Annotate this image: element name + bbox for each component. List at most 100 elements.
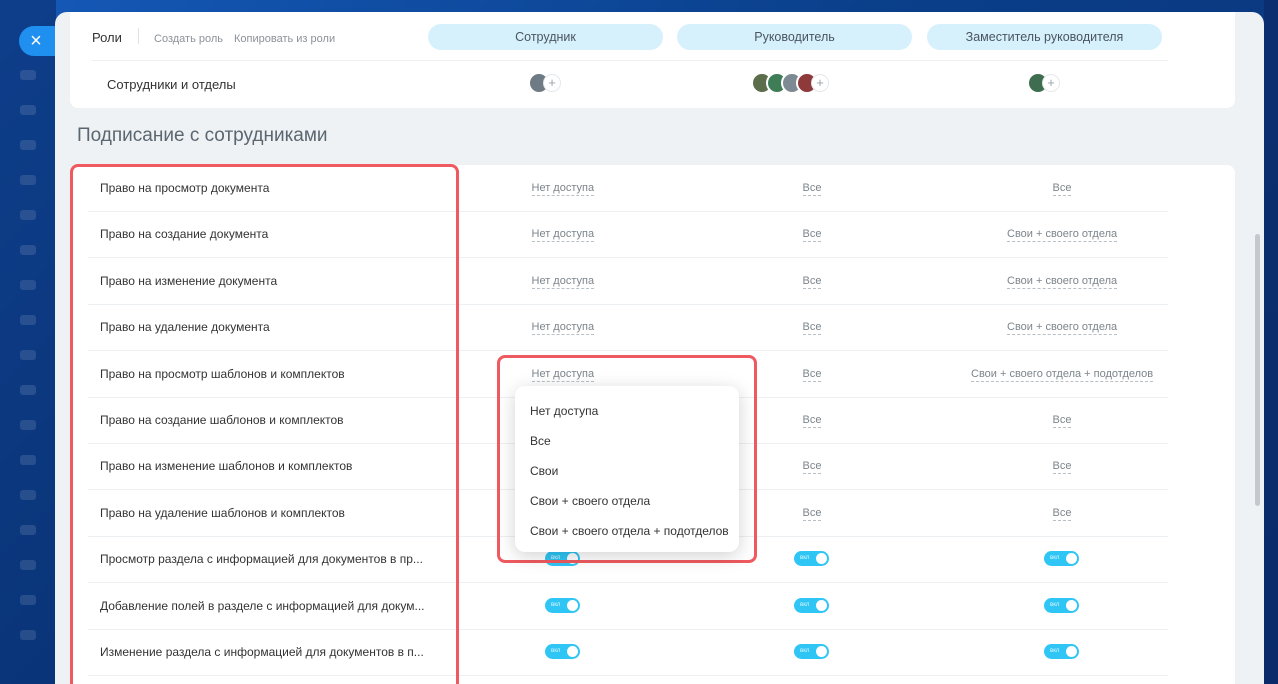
dropdown-option-all[interactable]: Все: [515, 426, 739, 456]
permission-value[interactable]: Свои + своего отдела: [1007, 258, 1118, 304]
permission-toggle[interactable]: вкл: [1044, 644, 1079, 659]
rail-item: [20, 70, 36, 80]
permission-value[interactable]: Нет доступа: [531, 211, 595, 257]
permission-value-text: Нет доступа: [531, 274, 595, 289]
permission-row: Изменение раздела с информацией для доку…: [88, 629, 1168, 676]
permission-value[interactable]: Все: [802, 304, 822, 350]
permission-toggle[interactable]: вкл: [545, 551, 580, 567]
permission-value[interactable]: Нет доступа: [531, 304, 595, 350]
section-title: Подписание с сотрудниками: [77, 125, 328, 146]
permission-value[interactable]: Все: [1052, 165, 1072, 211]
permission-value-text: Все: [802, 321, 822, 336]
permission-value[interactable]: Все: [802, 351, 822, 397]
permission-value[interactable]: Все: [802, 165, 822, 211]
permission-value[interactable]: Свои + своего отдела: [1007, 304, 1118, 350]
divider: [138, 28, 139, 44]
permission-name: Право на удаление шаблонов и комплектов: [100, 505, 345, 520]
head-avatars: +: [751, 72, 828, 94]
toggle-label: вкл: [800, 555, 810, 562]
dropdown-option-own[interactable]: Свои: [515, 456, 739, 486]
left-rail: [0, 0, 56, 684]
permission-value[interactable]: Все: [1052, 443, 1072, 489]
permission-value-text: Свои + своего отдела + подотделов: [971, 367, 1154, 382]
permission-value-text: Нет доступа: [531, 367, 595, 382]
rail-item: [20, 350, 36, 360]
rail-item: [20, 630, 36, 640]
permission-value-text: Все: [802, 182, 822, 196]
permission-value-text: Свои + своего отдела: [1007, 321, 1118, 336]
permission-name: Право на удаление документа: [100, 320, 270, 335]
permission-value-text: Свои + своего отдела: [1007, 274, 1118, 289]
role-column-deputy[interactable]: Заместитель руководителя: [927, 24, 1162, 50]
toggle-label: вкл: [551, 555, 561, 562]
permission-value-text: Все: [802, 506, 822, 521]
permission-toggle[interactable]: вкл: [794, 597, 829, 613]
permission-toggle[interactable]: вкл: [545, 644, 580, 659]
permission-toggle[interactable]: вкл: [794, 551, 829, 567]
permission-value-text: Все: [802, 460, 822, 475]
roles-header: Роли Создать роль Копировать из роли Сот…: [92, 12, 1168, 61]
copy-role-link[interactable]: Копировать из роли: [234, 33, 335, 45]
rail-item: [20, 280, 36, 290]
toggle-label: вкл: [1050, 648, 1060, 654]
create-role-link[interactable]: Создать роль: [154, 33, 223, 45]
rail-item: [20, 385, 36, 395]
roles-title: Роли: [92, 30, 122, 45]
add-member-button[interactable]: +: [544, 75, 560, 91]
permission-value-text: Все: [1052, 182, 1072, 196]
rail-item: [20, 175, 36, 185]
permission-value[interactable]: Нет доступа: [531, 165, 595, 211]
permission-value[interactable]: Все: [1052, 397, 1072, 443]
add-member-button[interactable]: +: [812, 75, 828, 91]
permission-name: Право на изменение документа: [100, 273, 278, 288]
permission-value[interactable]: Все: [802, 211, 822, 257]
permission-value-text: Все: [1052, 414, 1072, 428]
permission-row: Право на создание документа Нет доступа Вс…: [88, 211, 1168, 259]
permission-toggle[interactable]: вкл: [1044, 551, 1079, 567]
roles-card: Роли Создать роль Копировать из роли Сот…: [70, 12, 1235, 108]
rail-item: [20, 245, 36, 255]
permission-value-text: Свои + своего отдела: [1007, 228, 1118, 243]
permission-row: Право на изменение документа Нет доступа В…: [88, 258, 1168, 305]
permission-toggle[interactable]: вкл: [1044, 597, 1079, 613]
permission-name: Право на просмотр документа: [100, 181, 270, 195]
permission-row: Право на удаление документа Нет доступа Вс…: [88, 304, 1168, 352]
permission-name: Просмотр раздела с информацией для докум…: [100, 552, 423, 567]
employees-label: Сотрудники и отделы: [107, 77, 236, 92]
close-slider-button[interactable]: ×: [19, 26, 59, 56]
dropdown-option-own-department[interactable]: Свои + своего отдела: [515, 486, 739, 516]
permission-value-text: Все: [1052, 460, 1072, 475]
role-column-employee[interactable]: Сотрудник: [428, 24, 663, 50]
deputy-avatars: +: [1027, 72, 1059, 94]
permission-value[interactable]: Все: [802, 397, 822, 443]
rail-item: [20, 210, 36, 220]
add-member-button[interactable]: +: [1043, 75, 1059, 91]
rail-item: [20, 420, 36, 430]
permission-value-text: Нет доступа: [531, 228, 595, 243]
permission-value-text: Все: [802, 274, 822, 289]
permission-value-text: Все: [802, 228, 822, 243]
permission-value[interactable]: Свои + своего отдела + подотделов: [971, 351, 1154, 397]
permission-value-text: Все: [802, 414, 822, 428]
toggle-label: вкл: [800, 601, 810, 608]
permission-value[interactable]: Все: [802, 490, 822, 536]
rail-item: [20, 525, 36, 535]
rail-item: [20, 490, 36, 500]
permission-value[interactable]: Все: [802, 443, 822, 489]
permission-value[interactable]: Свои + своего отдела: [1007, 211, 1118, 257]
employee-avatars: +: [528, 72, 560, 94]
permission-value[interactable]: Нет доступа: [531, 258, 595, 304]
rail-item: [20, 105, 36, 115]
dropdown-option-no-access[interactable]: Нет доступа: [515, 396, 739, 426]
permission-name: Право на просмотр шаблонов и комплектов: [100, 366, 345, 381]
permission-name: Право на создание шаблонов и комплектов: [100, 413, 344, 427]
permission-row: Добавление полей в разделе с информацией…: [88, 583, 1168, 630]
dropdown-option-own-department-subdepartments[interactable]: Свои + своего отдела + подотделов: [515, 516, 739, 546]
permission-value[interactable]: Все: [1052, 490, 1072, 536]
toggle-label: вкл: [551, 601, 561, 608]
scrollbar[interactable]: [1255, 234, 1260, 506]
role-column-head[interactable]: Руководитель: [677, 24, 912, 50]
permission-toggle[interactable]: вкл: [794, 644, 829, 659]
permission-value[interactable]: Все: [802, 258, 822, 304]
permission-toggle[interactable]: вкл: [545, 597, 580, 613]
